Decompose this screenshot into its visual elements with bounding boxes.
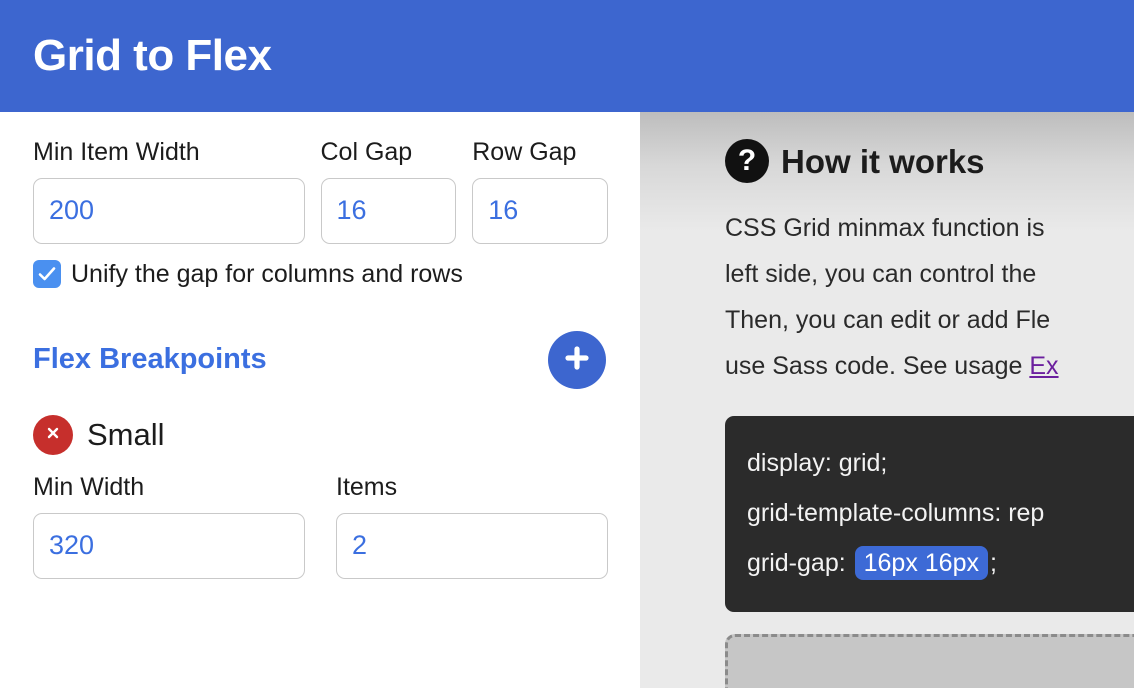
row-gap-field: Row Gap — [472, 138, 608, 244]
row-gap-label: Row Gap — [472, 138, 577, 166]
unify-gap-checkbox[interactable] — [33, 260, 61, 289]
min-item-width-label: Min Item Width — [33, 138, 200, 166]
breakpoint-items-label: Items — [336, 472, 398, 501]
breakpoint-fields-row: Min Width Items — [33, 473, 608, 579]
info-panel-content: ? How it works CSS Grid minmax function … — [725, 139, 1134, 688]
flex-breakpoints-title: Flex Breakpoints — [33, 343, 267, 376]
min-item-width-input[interactable] — [33, 177, 305, 244]
code-line-grid-gap: grid-gap: 16px 16px; — [747, 538, 1134, 588]
col-gap-input[interactable] — [320, 177, 457, 244]
breakpoint-min-width-label: Min Width — [33, 472, 145, 501]
remove-breakpoint-button[interactable] — [33, 414, 73, 455]
settings-panel: Min Item Width Col Gap Row Gap — [0, 112, 640, 688]
code-line-display: display: grid; — [747, 449, 888, 477]
unify-gap-label: Unify the gap for columns and rows — [71, 259, 463, 288]
how-it-works-line-4-text: use Sass code. See usage — [725, 352, 1030, 380]
preview-drop-area — [725, 634, 1134, 688]
question-mark-icon: ? — [725, 139, 769, 183]
breakpoint-items-input[interactable] — [336, 512, 608, 579]
how-it-works-body: CSS Grid minmax function is left side, y… — [725, 205, 1134, 389]
unify-gap-row[interactable]: Unify the gap for columns and rows — [33, 260, 608, 289]
col-gap-field: Col Gap — [320, 138, 457, 244]
body-split: Min Item Width Col Gap Row Gap — [0, 112, 1134, 688]
grid-settings-row: Min Item Width Col Gap Row Gap — [33, 138, 608, 244]
code-line-grid-template-columns: grid-template-columns: rep — [747, 499, 1045, 527]
code-gap-value-badge: 16px 16px — [854, 546, 988, 580]
app-header: Grid to Flex — [0, 0, 1134, 112]
breakpoint-min-width-field: Min Width — [33, 473, 305, 579]
code-gap-suffix: ; — [990, 549, 997, 577]
how-it-works-line-3: Then, you can edit or add Fle — [725, 306, 1051, 334]
how-it-works-line-1: CSS Grid minmax function is — [725, 214, 1045, 242]
how-it-works-line-4: use Sass code. See usage Ex — [725, 343, 1134, 389]
how-it-works-title: How it works — [781, 142, 985, 180]
app-root: Grid to Flex Min Item Width Col Gap Row … — [0, 0, 1134, 688]
usage-examples-link[interactable]: Ex — [1029, 352, 1058, 380]
code-gap-prefix: grid-gap: — [747, 549, 853, 577]
breakpoint-min-width-input[interactable] — [33, 512, 305, 579]
generated-css-code-block: display: grid; grid-template-columns: re… — [725, 416, 1134, 612]
page-title: Grid to Flex — [33, 31, 272, 80]
col-gap-label: Col Gap — [320, 138, 413, 166]
flex-breakpoints-header: Flex Breakpoints — [33, 330, 608, 389]
breakpoint-name: Small — [87, 417, 165, 453]
add-breakpoint-button[interactable] — [548, 330, 606, 389]
row-gap-input[interactable] — [472, 177, 608, 244]
close-icon — [43, 423, 63, 446]
min-item-width-field: Min Item Width — [33, 138, 305, 244]
how-it-works-header: ? How it works — [725, 139, 1134, 183]
info-panel: ? How it works CSS Grid minmax function … — [640, 112, 1134, 688]
breakpoint-header-small: Small — [33, 414, 608, 455]
how-it-works-line-2: left side, you can control the — [725, 260, 1037, 288]
breakpoint-items-field: Items — [336, 473, 608, 579]
plus-icon — [562, 343, 592, 376]
